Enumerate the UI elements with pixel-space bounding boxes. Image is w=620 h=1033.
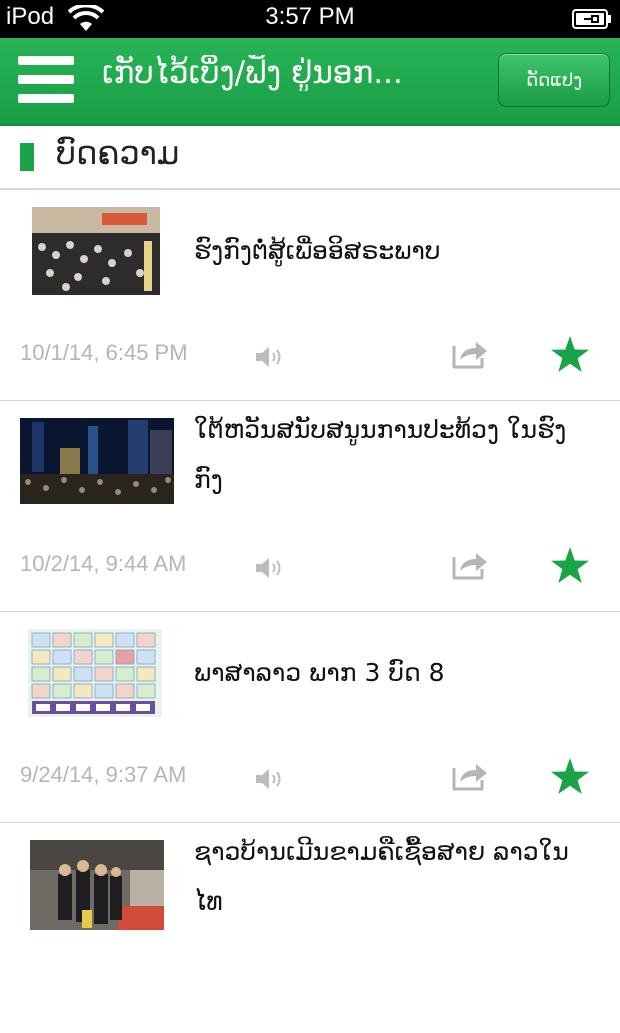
- section-title: ບົດຄວາມ: [56, 134, 180, 172]
- share-icon[interactable]: [450, 334, 490, 370]
- share-icon[interactable]: [450, 756, 490, 792]
- article-thumbnail: [20, 418, 174, 504]
- audio-speaker-icon: [256, 347, 281, 367]
- section-marker: [20, 143, 34, 171]
- navigation-bar: ເກັບໄວ້ເບິ່ງ/ຟັງ ຢູ່ນອກ... ດັດແປງ: [0, 38, 620, 126]
- article-title[interactable]: ໃຕ້ຫວັນສນັບສນູນການປະທ້ວງ ໃນຮົງກົງ: [194, 405, 594, 505]
- status-bar: iPod 3:57 PM: [0, 0, 620, 38]
- audio-speaker-icon: [256, 769, 281, 789]
- article-date: 10/1/14, 6:45 PM: [20, 340, 188, 365]
- star-favorite-icon[interactable]: [550, 546, 590, 584]
- list-item[interactable]: ໃຕ້ຫວັນສນັບສນູນການປະທ້ວງ ໃນຮົງກົງ 10/2/1…: [0, 401, 620, 613]
- edit-button[interactable]: ດັດແປງ: [498, 53, 610, 107]
- page-title: ເກັບໄວ້ເບິ່ງ/ຟັງ ຢູ່ນອກ...: [102, 55, 403, 91]
- article-title[interactable]: ຊາວບ້ານເມີນຂາມຄືເຊື້ອສາຍ ລາວໃນໄທ: [194, 827, 594, 927]
- audio-speaker-icon: [256, 558, 281, 578]
- list-item[interactable]: ພາສາລາວ ພາກ 3 ບົດ 8 9/24/14, 9:37 AM: [0, 612, 620, 824]
- battery-charging-icon: [572, 9, 611, 29]
- list-item[interactable]: ຮົງກົງຕໍ່ສູ້ເພື່ອອິສຣະພາບ 10/1/14, 6:45 …: [0, 190, 620, 402]
- list-item[interactable]: ຊາວບ້ານເມີນຂາມຄືເຊື້ອສາຍ ລາວໃນໄທ: [0, 823, 620, 1033]
- clock: 3:57 PM: [265, 3, 355, 30]
- article-title[interactable]: ພາສາລາວ ພາກ 3 ບົດ 8: [194, 648, 594, 698]
- article-thumbnail: [28, 629, 162, 717]
- star-favorite-icon[interactable]: [550, 335, 590, 373]
- share-icon[interactable]: [450, 545, 490, 581]
- article-thumbnail: [30, 840, 164, 930]
- article-thumbnail: [32, 207, 160, 295]
- article-date: 10/2/14, 9:44 AM: [20, 551, 187, 576]
- article-date: 9/24/14, 9:37 AM: [20, 762, 187, 787]
- star-favorite-icon[interactable]: [550, 757, 590, 795]
- article-title[interactable]: ຮົງກົງຕໍ່ສູ້ເພື່ອອິສຣະພາບ: [194, 226, 594, 276]
- hamburger-menu-icon[interactable]: [18, 56, 74, 104]
- section-header: ບົດຄວາມ: [0, 126, 620, 190]
